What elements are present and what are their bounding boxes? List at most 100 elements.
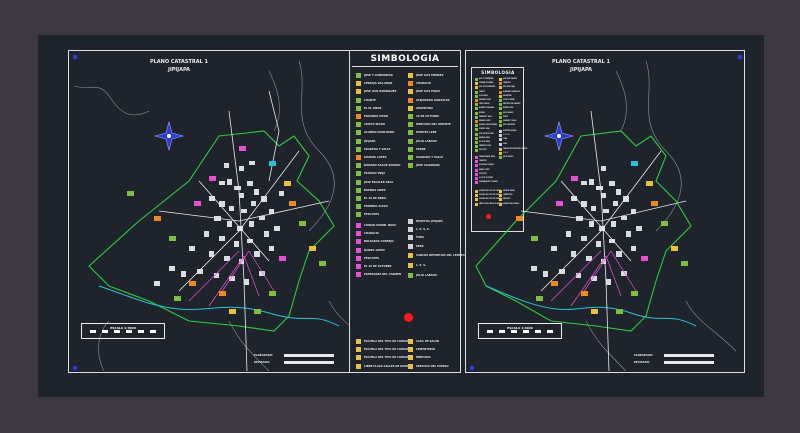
legend-swatch [408,130,413,136]
legend-item: L. E. S. [408,263,426,268]
legend-swatch [356,247,361,253]
legend-swatch [408,114,413,119]
legend-item: ESCUELA DEL TIPO DE CIUDAD [356,347,409,353]
legend-item: JOSE Y COMUNIDAD [356,73,393,78]
legend-swatch [356,223,361,228]
legend-label: JOSE CALDERON [416,164,440,168]
legend-label: FORA [416,236,424,240]
legend-label: EL 10 DE ABRIL [364,197,387,200]
legend-swatch [356,231,361,237]
legend-swatch [408,163,413,169]
legend-item: CHANGITA [356,231,379,237]
left-footer-label-2: REVISADO: [254,361,271,364]
legend-label: DORADO SAGUE SOPADO [364,164,401,168]
legend-item: CERRAJA VILLAMAR [356,81,392,87]
legend-swatch [408,347,413,353]
legend-label: JULIO LABADO [416,139,437,143]
legend-label: DANIEL LOPEZ [364,248,385,252]
legend-label: EL 10 DE OCTUBRE [364,265,392,268]
legend-item: PESCOTES [356,255,379,261]
legend-item: EL 10 DE ABRIL [356,196,386,201]
left-footer-line-1 [284,354,334,357]
legend-label: HOSPITAL JIPIJAPA [416,220,443,223]
city-blocks [531,166,642,285]
legend-label: PESCOTES [364,213,380,217]
right-footer-label-1: ELABORADO: [634,354,654,357]
legend-swatch [356,179,361,185]
legend-label: CIUDAD DANIEL NOVA [364,224,396,227]
legend-item: JULIO LABADO [408,273,437,278]
legend-label: JOSE LOIS RODRIGUEZ [364,90,397,94]
urban-boundary [475,130,692,332]
legend-swatch [408,273,413,278]
legend-item: ESCUELA DEL TIPO DE CIUDAD [356,339,408,344]
right-map-sheet: PLANO CATASTRAL 1 JIPIJAPA SIMBOLOGIA JO… [465,50,745,373]
legend-label: JOSE Y COMUNIDAD [364,74,393,77]
legend-label: ESCUELA DEL TIPO DE CIUDAD [364,356,409,360]
legend-swatch [356,363,361,369]
legend-swatch [408,81,413,87]
legend-label: MONTES LEBE [416,131,437,135]
legend-label: CHANTE [364,98,376,102]
legend-label: EDUARDO PIERO [364,115,389,118]
legend-label: BUENOS AIRES [364,188,386,192]
legend-item: EL EL AMOR [356,105,382,111]
legend-item: BOLEGRAS CONSEJO [356,239,394,245]
legend-swatch [356,122,361,128]
legend-item: MERCADO DEL ORIENTE [408,122,451,128]
legend-label: ARGENTINA [416,106,433,110]
legend-item: CRISTO MASIO [356,122,386,128]
legend-item: ALEJANDRO GONZALEZ [408,97,450,103]
legend-swatch [408,89,413,95]
legend-swatch [408,339,413,344]
legend-item: MERCADO [408,355,431,361]
legend-swatch [408,253,413,258]
left-map-sheet: PLANO CATASTRAL 1 JIPIJAPA ESCALA 1:4000… [68,50,380,373]
legend-swatch [408,97,413,103]
legend-label: MERCADO [416,356,431,360]
right-scale-bar: ESCALA 1:4000 [478,323,562,339]
legend-item: PESCOTES [356,212,380,218]
legend-label: CHANGITA [416,82,431,86]
legend-swatch [356,138,361,144]
legend-swatch [356,97,361,103]
left-footer-line-2 [284,361,334,364]
legend-swatch [356,81,361,87]
legend-panel: SIMBOLOGIA JOSE Y COMUNIDAD CERRAJA VILLA… [349,50,465,373]
legend-label: ALUMNO PONCHADO [364,131,395,135]
legend-item: CIUDAD DANIEL NOVA [356,223,396,228]
legend-label: CRISTO MASIO [364,123,386,127]
legend-item: JOSE ESCALER ORAL [356,179,393,185]
left-scale-bar: ESCALA 1:4000 [81,323,165,339]
legend-item: VERDE [408,146,426,152]
legend-swatch [356,264,361,269]
legend-item: SEDE [408,243,424,249]
legend-item: CASA DE SALUD [408,339,439,344]
legend-item: L. E. S. E. [408,227,430,233]
legend-item: CHANTE [356,97,376,103]
legend-swatch [408,227,413,233]
legend-swatch [356,89,361,95]
urban-boundary [88,130,335,332]
legend-label: EL EL AMOR [364,106,382,110]
legend-item: DANIEL LOPEZ [356,247,385,253]
legend-swatch [408,355,413,361]
legend-label: VERDE [416,147,426,151]
map-markers [127,146,326,314]
legend-label: ESCUELA DEL TIPO DE CIUDAD [364,348,409,352]
legend-swatch [408,105,413,111]
legend-label: PRIMERO ALEZO [364,205,388,209]
legend-item: HOSPITAL JIPIJAPA [408,219,443,224]
legend-label: ESPERANZA DEL CARMEN [364,273,402,277]
legend-swatch [408,122,413,128]
legend-item: CANCHA DEPORTIVA DEL CENTRO [408,253,465,258]
legend-item: JOSE CALDERON [408,163,440,169]
legend-label: SERVICIO DEL PUEBLO [416,364,449,368]
north-arrow [543,120,575,152]
legend-label: BOLEGRAS CONSEJO [364,240,394,244]
legend-item: FORA [408,235,424,241]
legend-item: EDUARDO PIERO [356,114,388,119]
legend-item: CEMENTERIO [408,347,435,353]
legend-label: CEMENTERIO [416,348,435,352]
legend-swatch [408,146,413,152]
